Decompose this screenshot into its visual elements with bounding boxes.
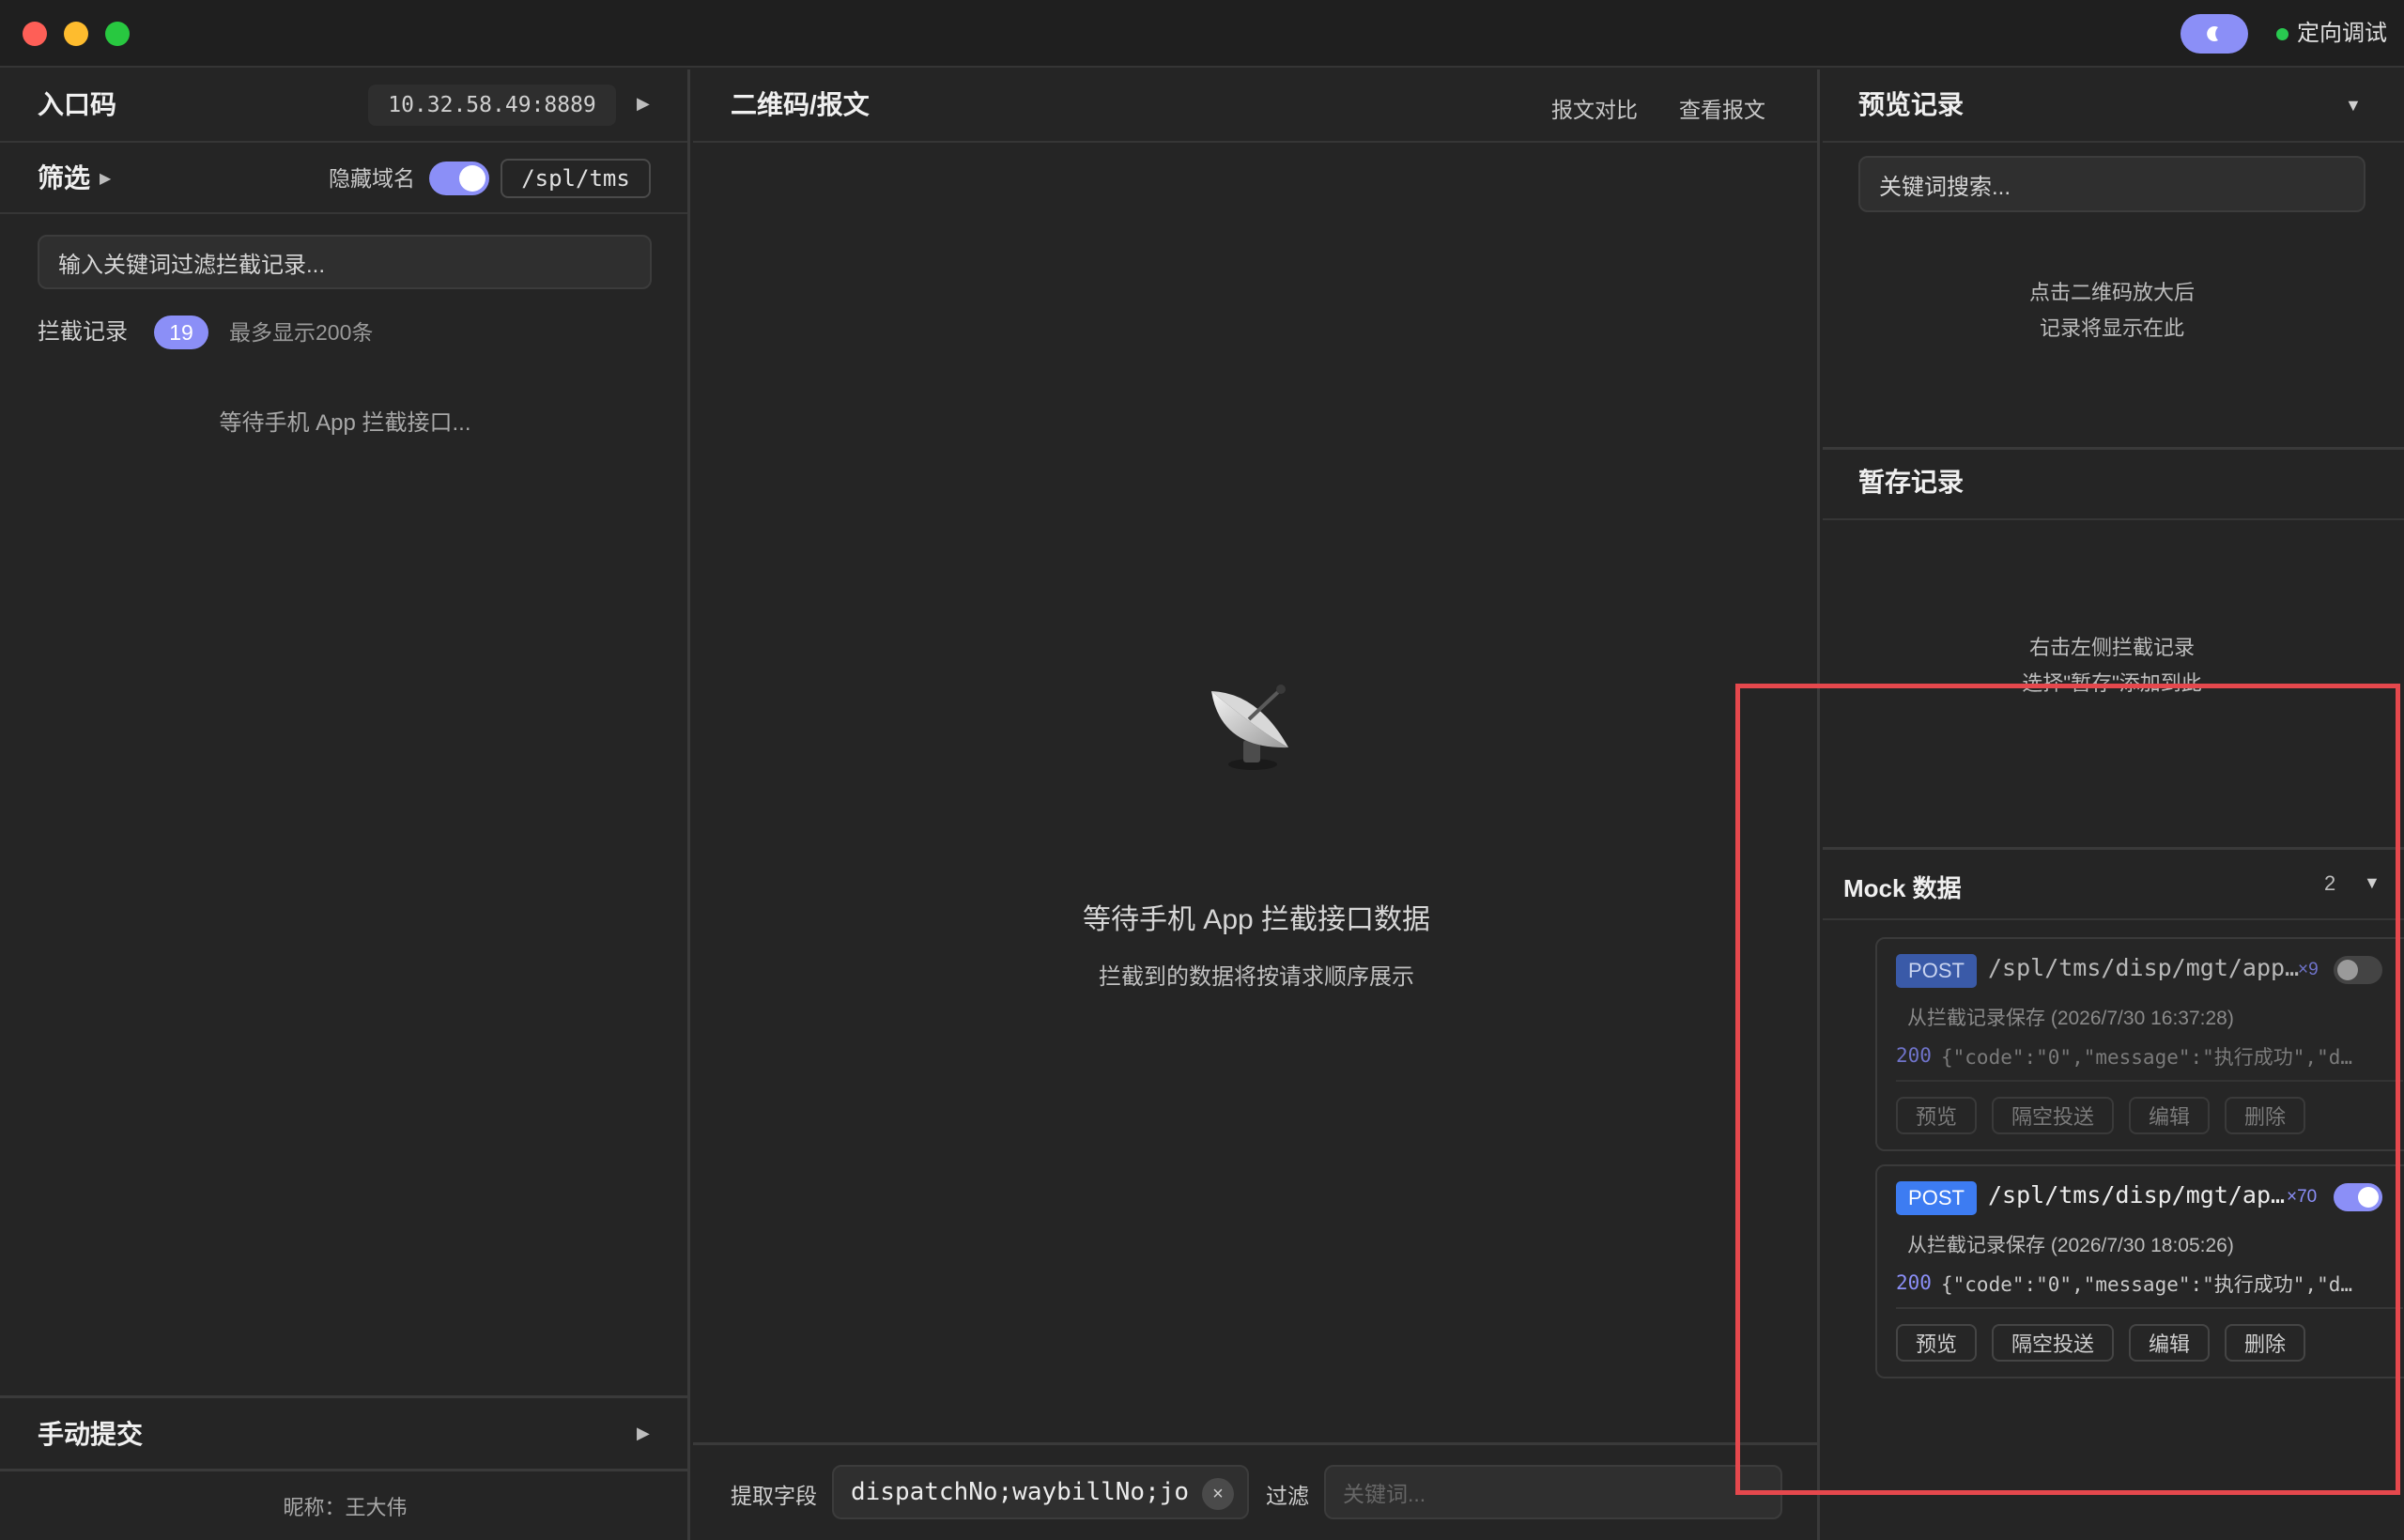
preview-empty-line1: 点击二维码放大后 [2028, 281, 2195, 304]
filter-title: 筛选 [38, 163, 91, 192]
hide-domain-toggle[interactable] [429, 162, 489, 195]
method-badge: POST [1896, 1181, 1977, 1215]
mock-source: 从拦截记录保存 (2026/7/30 18:05:26) [1907, 1235, 2234, 1256]
window-minimize-button[interactable] [64, 22, 88, 46]
mock-enable-toggle[interactable] [2334, 956, 2382, 984]
mock-enable-toggle[interactable] [2334, 1183, 2382, 1211]
filter-label: 过滤 [1266, 1484, 1309, 1508]
preview-button[interactable]: 预览 [1896, 1097, 1977, 1134]
extract-fields-value: dispatchNo;waybillNo;jo [851, 1478, 1189, 1506]
mock-count: 2 [2324, 871, 2336, 895]
records-sidebar: 预览记录 ▼ 关键词搜索... 点击二维码放大后 记录将显示在此 暂存记录 右击… [1823, 69, 2404, 1540]
manual-submit-title[interactable]: 手动提交 [38, 1418, 143, 1452]
view-message-button[interactable]: 查看报文 [1679, 92, 1765, 124]
extract-fields-input[interactable]: dispatchNo;waybillNo;jo [832, 1465, 1249, 1519]
preview-records-title: 预览记录 [1858, 90, 1965, 119]
status-code: 200 [1896, 1044, 1932, 1067]
status-code: 200 [1896, 1271, 1932, 1294]
preview-collapse-icon[interactable]: ▼ [2345, 96, 2362, 116]
hit-count: ×70 [2287, 1187, 2318, 1207]
debug-mode-label[interactable]: 定向调试 [2297, 19, 2387, 49]
edit-button[interactable]: 编辑 [2129, 1097, 2210, 1134]
window-maximize-button[interactable] [105, 22, 130, 46]
compare-button[interactable]: 报文对比 [1551, 92, 1638, 124]
empty-state-subtitle: 拦截到的数据将按请求顺序展示 [1099, 964, 1414, 990]
method-badge: POST [1896, 954, 1977, 988]
message-panel: 二维码/报文 报文对比 查看报文 等待手机 App 拦截接口数据 拦截到的数据将… [693, 69, 1820, 1540]
response-body: {"code":"0","message":"执行成功","d… [1941, 1273, 2353, 1296]
theme-toggle-button[interactable] [2181, 14, 2248, 54]
path-prefix-input[interactable]: /spl/tms [501, 159, 651, 198]
satellite-dish-icon [1211, 685, 1288, 770]
delete-button[interactable]: 删除 [2225, 1097, 2305, 1134]
toggle-knob [459, 165, 485, 192]
stash-empty-line2: 选择"暂存"添加到此 [2022, 671, 2202, 695]
manual-expand-icon[interactable]: ▶ [637, 1424, 650, 1443]
window-close-button[interactable] [23, 22, 47, 46]
mock-card[interactable]: POST /spl/tms/disp/mgt/app… ×9 从拦截记录保存 (… [1875, 937, 2404, 1151]
preview-search-input[interactable]: 关键词搜索... [1858, 156, 2365, 212]
mock-collapse-icon[interactable]: ▼ [2364, 873, 2381, 893]
mock-path: /spl/tms/disp/mgt/app… [1988, 954, 2300, 981]
stash-empty-line1: 右击左侧拦截记录 [2028, 636, 2195, 659]
mock-card[interactable]: POST /spl/tms/disp/mgt/ap… ×70 从拦截记录保存 (… [1875, 1164, 2404, 1378]
mock-path: /spl/tms/disp/mgt/ap… [1988, 1181, 2286, 1209]
airdrop-button[interactable]: 隔空投送 [1992, 1324, 2114, 1362]
filter-expand-icon: ▶ [100, 171, 112, 187]
records-limit-text: 最多显示200条 [229, 320, 374, 345]
intercept-panel: 入口码 10.32.58.49:8889 ▶ 筛选 ▶ 隐藏域名 /spl/tm… [0, 69, 690, 1540]
mock-source: 从拦截记录保存 (2026/7/30 16:37:28) [1907, 1008, 2234, 1029]
preview-button[interactable]: 预览 [1896, 1324, 1977, 1362]
clear-extract-button[interactable]: × [1202, 1478, 1234, 1510]
title-bar: 定向调试 [0, 0, 2404, 68]
waiting-text: 等待手机 App 拦截接口... [219, 410, 471, 436]
extract-fields-label: 提取字段 [731, 1484, 817, 1508]
response-body: {"code":"0","message":"执行成功","d… [1941, 1046, 2353, 1069]
records-label: 拦截记录 [38, 319, 128, 345]
delete-button[interactable]: 删除 [2225, 1324, 2305, 1362]
toggle-knob [2358, 1187, 2379, 1208]
debug-status-dot [2276, 28, 2288, 40]
edit-button[interactable]: 编辑 [2129, 1324, 2210, 1362]
hit-count: ×9 [2298, 960, 2319, 979]
message-panel-title: 二维码/报文 [731, 90, 870, 119]
filter-keyword-input[interactable]: 关键词... [1324, 1465, 1782, 1519]
mock-data-title: Mock 数据 [1843, 874, 1962, 902]
nickname-text: 昵称：王大伟 [283, 1496, 408, 1519]
toggle-knob [2337, 960, 2358, 980]
airdrop-button[interactable]: 隔空投送 [1992, 1097, 2114, 1134]
hide-domain-label: 隐藏域名 [329, 166, 415, 191]
empty-state-title: 等待手机 App 拦截接口数据 [1082, 904, 1431, 935]
moon-icon [2207, 26, 2218, 41]
filter-toggle[interactable]: 筛选 ▶ [38, 162, 111, 195]
entry-expand-icon[interactable]: ▶ [637, 94, 650, 114]
preview-empty-line2: 记录将显示在此 [2039, 316, 2184, 340]
entry-code-title: 入口码 [38, 90, 117, 119]
records-count-badge: 19 [154, 316, 208, 349]
record-filter-input[interactable]: 输入关键词过滤拦截记录... [38, 235, 652, 289]
entry-address[interactable]: 10.32.58.49:8889 [368, 85, 616, 126]
stash-records-title: 暂存记录 [1858, 468, 1965, 497]
